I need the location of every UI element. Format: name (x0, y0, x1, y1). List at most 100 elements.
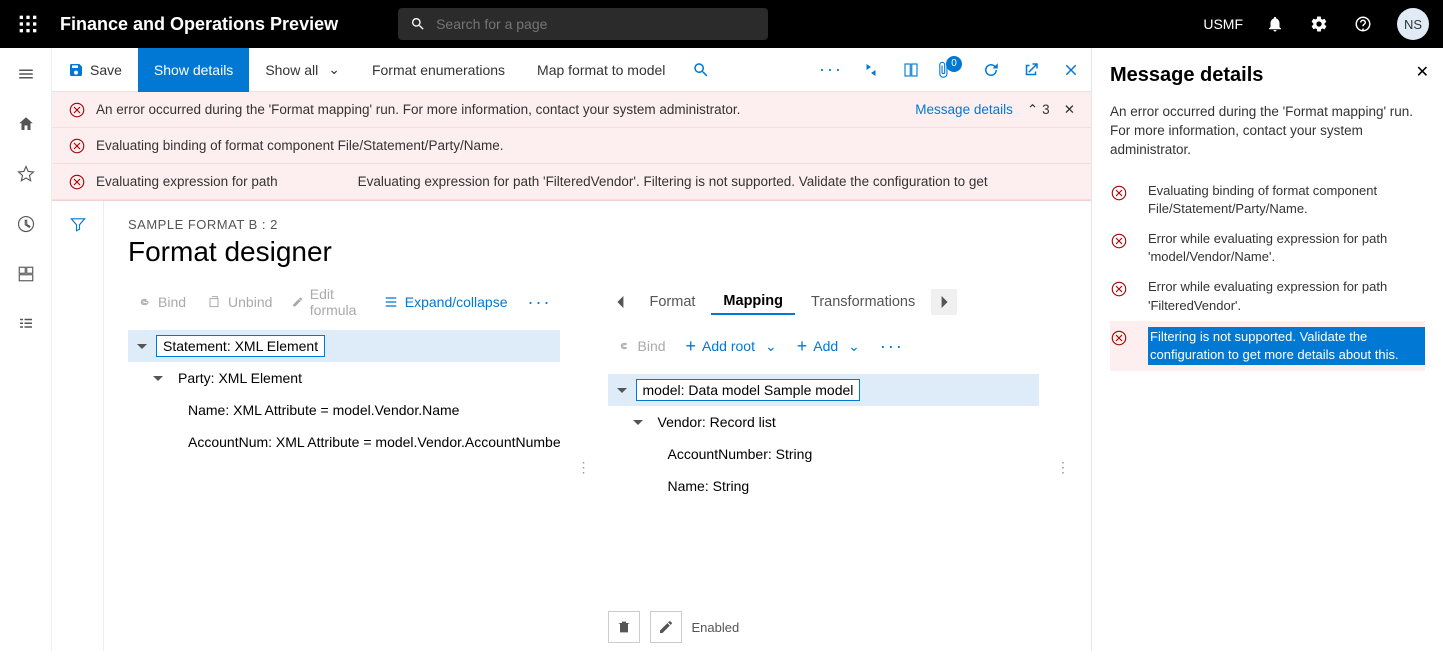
detail-text: Error while evaluating expression for pa… (1148, 230, 1425, 266)
tree-node[interactable]: Statement: XML Element (128, 330, 560, 362)
tab-next-icon[interactable] (931, 289, 957, 315)
tree-node[interactable]: AccountNumber: String (608, 438, 1040, 470)
overflow-icon[interactable]: ··· (872, 336, 912, 357)
enabled-label: Enabled (692, 620, 740, 635)
home-icon[interactable] (10, 108, 42, 140)
mapping-tree: model: Data model Sample model Vendor: R… (608, 374, 1040, 603)
avatar[interactable]: NS (1397, 8, 1429, 40)
tree-node[interactable]: Name: String (608, 470, 1040, 502)
edit-formula-button: Edit formula (284, 282, 370, 322)
node-label: model: Data model Sample model (636, 379, 861, 401)
error-icon (1110, 329, 1128, 347)
format-tree: Statement: XML Element Party: XML Elemen… (128, 330, 560, 651)
close-icon[interactable]: ✕ (1416, 62, 1429, 82)
map-format-button[interactable]: Map format to model (521, 48, 681, 92)
modules-icon[interactable] (10, 308, 42, 340)
bind-button: Bind (608, 334, 674, 358)
global-header: Finance and Operations Preview USMF NS (0, 0, 1443, 48)
filter-icon[interactable] (69, 215, 87, 651)
bind-button: Bind (128, 290, 194, 314)
attachment-count: 0 (946, 56, 962, 72)
refresh-icon[interactable] (971, 48, 1011, 92)
hamburger-icon[interactable] (10, 58, 42, 90)
workspaces-icon[interactable] (10, 258, 42, 290)
close-page-icon[interactable] (1051, 48, 1091, 92)
node-label: Name: XML Attribute = model.Vendor.Name (182, 400, 465, 420)
format-enumerations-button[interactable]: Format enumerations (356, 48, 521, 92)
detail-item[interactable]: Evaluating binding of format component F… (1110, 176, 1425, 224)
format-toolbar: Bind Unbind Edit formula Expand/collapse… (128, 284, 560, 320)
waffle-icon[interactable] (4, 0, 52, 48)
add-root-button[interactable]: +Add root⌄ (678, 334, 785, 359)
node-label: Party: XML Element (172, 368, 308, 388)
recent-icon[interactable] (10, 208, 42, 240)
message-bar: An error occurred during the 'Format map… (52, 92, 1091, 201)
tab-mapping[interactable]: Mapping (711, 289, 795, 315)
collapse-icon[interactable] (134, 338, 150, 354)
message-text: An error occurred during the 'Format map… (96, 102, 740, 117)
close-icon[interactable]: ✕ (1064, 102, 1075, 118)
search-action-icon[interactable] (681, 48, 721, 92)
message-details-panel: ✕ Message details An error occurred duri… (1091, 48, 1443, 651)
mapping-tabs: Format Mapping Transformations (608, 284, 1040, 320)
properties-bar: Enabled (608, 603, 1040, 651)
tab-transformations[interactable]: Transformations (799, 290, 927, 314)
related-icon[interactable] (851, 48, 891, 92)
tree-node[interactable]: Name: XML Attribute = model.Vendor.Name (128, 394, 560, 426)
details-description: An error occurred during the 'Format map… (1110, 103, 1425, 160)
message-text: Evaluating expression for path 'Filtered… (358, 174, 988, 189)
mapping-toolbar: Bind +Add root⌄ +Add⌄ ··· (608, 328, 1040, 364)
splitter[interactable]: ⋮ (1059, 284, 1067, 651)
detail-item-selected[interactable]: Filtering is not supported. Validate the… (1110, 321, 1425, 371)
tree-node[interactable]: Vendor: Record list (608, 406, 1040, 438)
search-input[interactable] (398, 8, 768, 40)
popout-icon[interactable] (1011, 48, 1051, 92)
save-label: Save (90, 62, 122, 78)
message-text: Evaluating binding of format component F… (96, 138, 503, 153)
detail-item[interactable]: Error while evaluating expression for pa… (1110, 272, 1425, 320)
collapse-icon[interactable] (614, 382, 630, 398)
overflow-icon[interactable]: ··· (811, 59, 851, 80)
message-row: Evaluating binding of format component F… (52, 128, 1091, 164)
overflow-icon[interactable]: ··· (520, 292, 560, 313)
show-details-button[interactable]: Show details (138, 48, 249, 92)
breadcrumb: SAMPLE FORMAT B : 2 (128, 217, 1067, 232)
error-icon (1110, 280, 1128, 298)
error-icon (1110, 184, 1128, 202)
tree-node[interactable]: model: Data model Sample model (608, 374, 1040, 406)
chevron-down-icon: ⌄ (765, 338, 777, 355)
detail-text: Filtering is not supported. Validate the… (1148, 327, 1425, 365)
message-collapse[interactable]: ⌃3 (1027, 102, 1050, 118)
tab-format[interactable]: Format (638, 290, 708, 314)
gear-icon[interactable] (1299, 0, 1339, 48)
detail-item[interactable]: Error while evaluating expression for pa… (1110, 224, 1425, 272)
show-all-button[interactable]: Show all⌄ (249, 48, 356, 92)
error-icon (68, 101, 86, 119)
page-title: Format designer (128, 236, 1067, 268)
bell-icon[interactable] (1255, 0, 1295, 48)
error-icon (68, 173, 86, 191)
legal-entity[interactable]: USMF (1203, 16, 1243, 32)
node-label: Name: String (662, 476, 756, 496)
options-icon[interactable] (891, 48, 931, 92)
detail-text: Evaluating binding of format component F… (1148, 182, 1425, 218)
command-bar: Save Show details Show all⌄ Format enume… (52, 48, 1091, 92)
save-button[interactable]: Save (52, 48, 138, 92)
help-icon[interactable] (1343, 0, 1383, 48)
expand-collapse-button[interactable]: Expand/collapse (375, 290, 516, 314)
collapse-icon[interactable] (630, 414, 646, 430)
collapse-icon[interactable] (150, 370, 166, 386)
splitter[interactable]: ⋮ (580, 284, 588, 651)
tree-node[interactable]: Party: XML Element (128, 362, 560, 394)
tree-node[interactable]: AccountNum: XML Attribute = model.Vendor… (128, 426, 560, 458)
chevron-down-icon: ⌄ (328, 61, 340, 78)
tab-prev-icon[interactable] (608, 289, 634, 315)
message-details-link[interactable]: Message details (915, 102, 1013, 117)
chevron-down-icon: ⌄ (848, 338, 860, 355)
attachments-icon[interactable]: 0 (931, 48, 971, 92)
delete-icon[interactable] (608, 611, 640, 643)
star-icon[interactable] (10, 158, 42, 190)
edit-icon[interactable] (650, 611, 682, 643)
search-field[interactable] (436, 16, 756, 32)
add-button[interactable]: +Add⌄ (789, 334, 868, 359)
